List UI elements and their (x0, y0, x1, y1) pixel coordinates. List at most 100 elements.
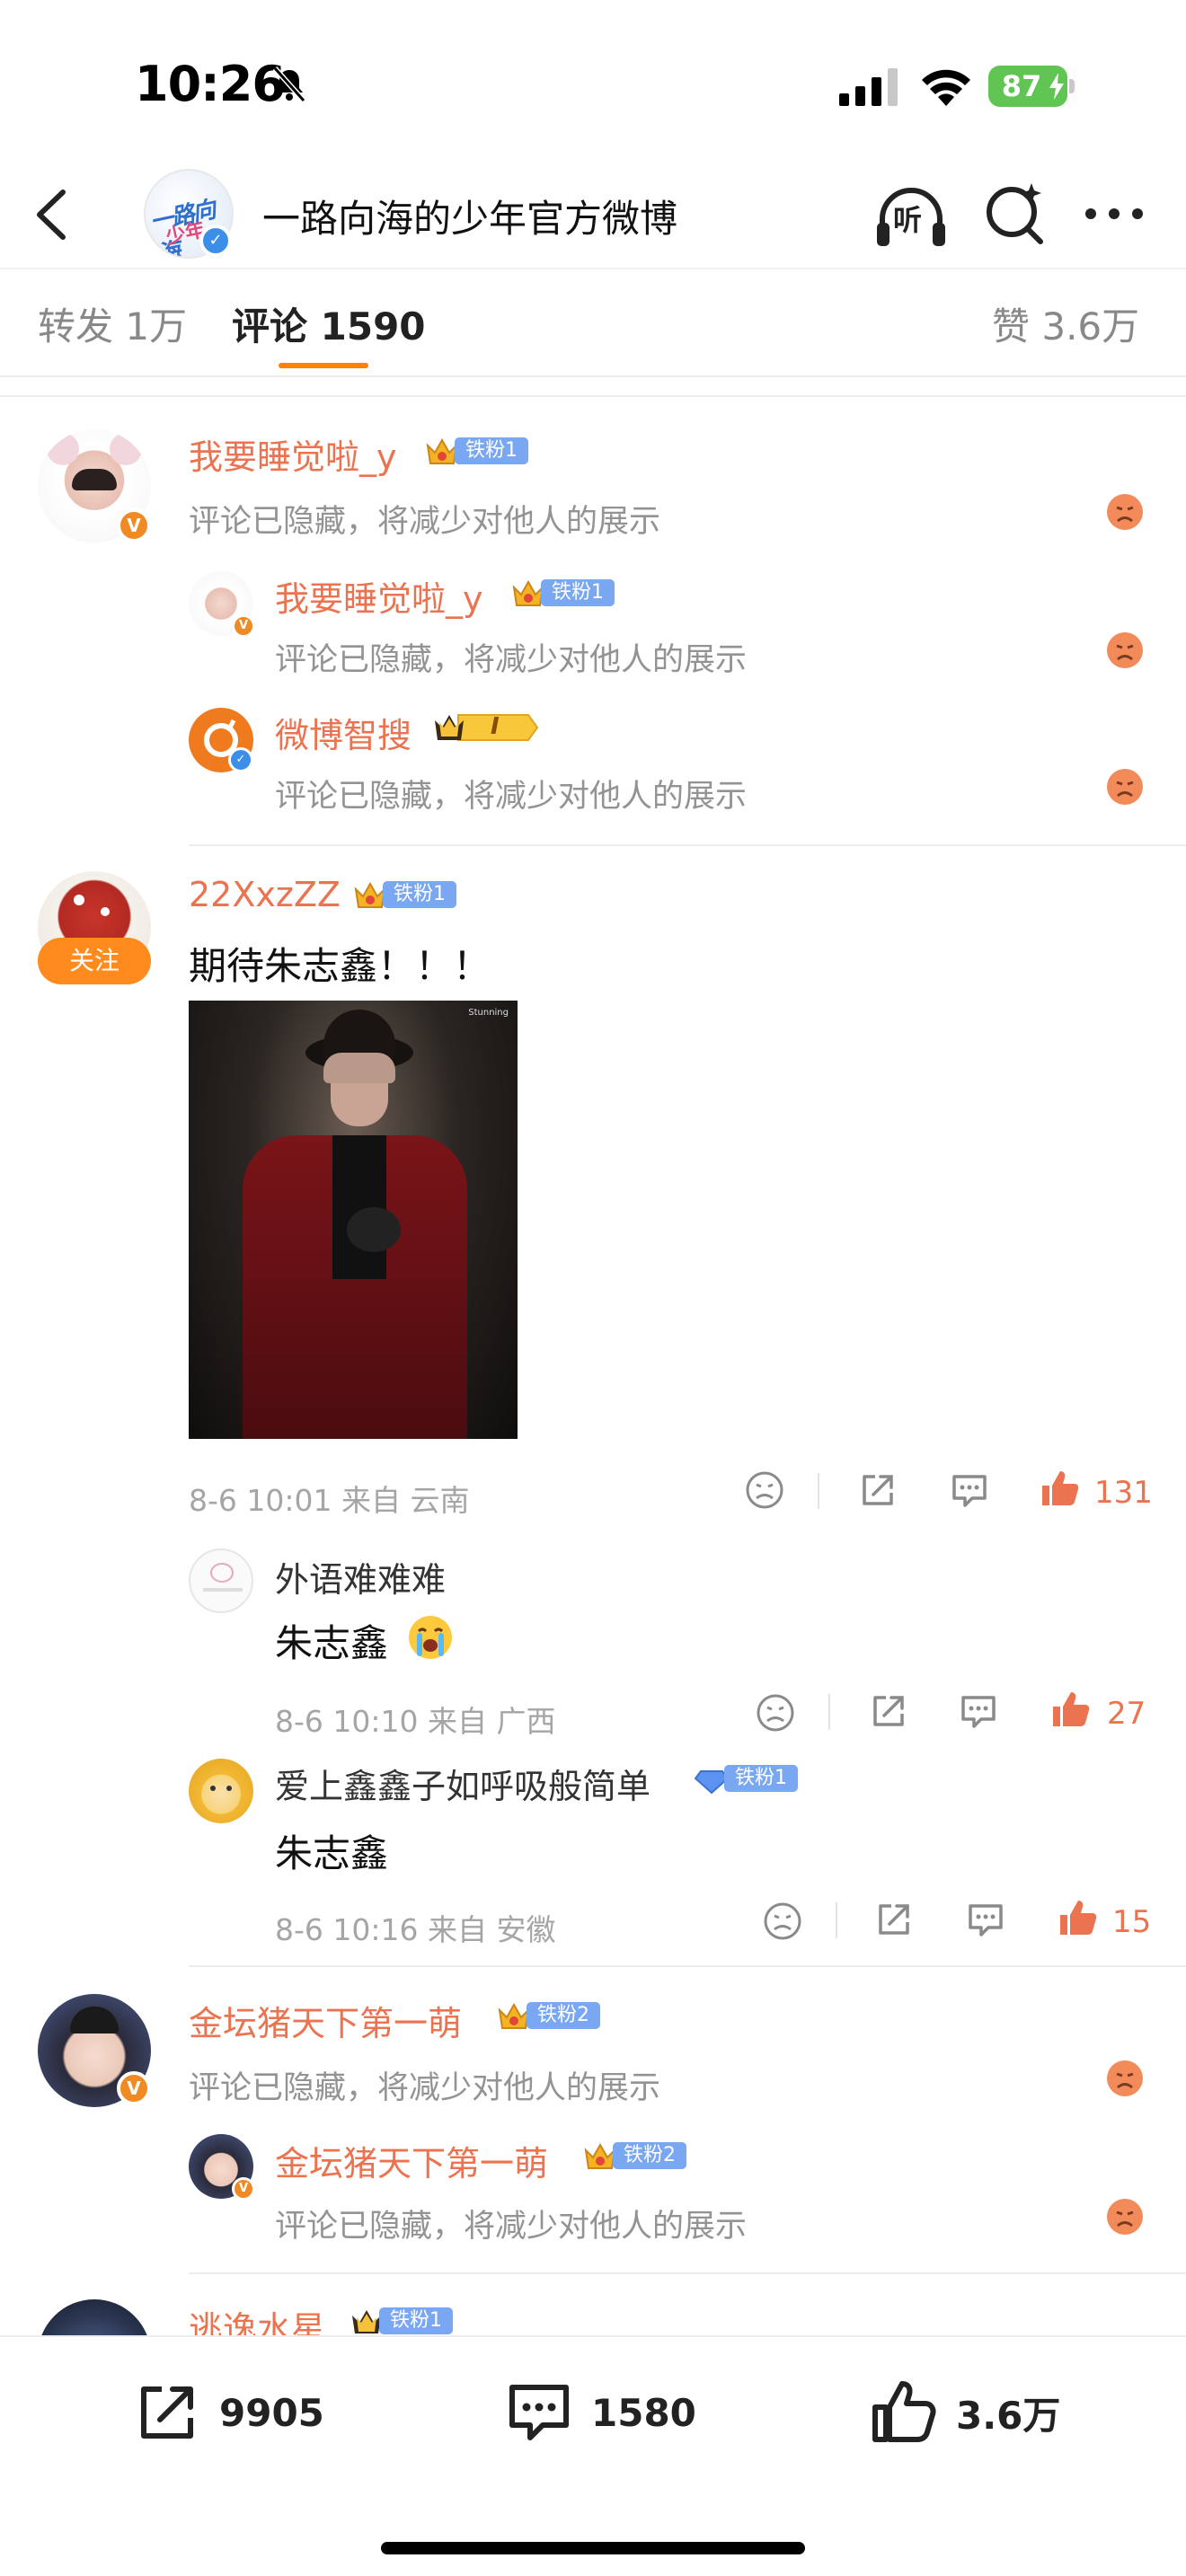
fan-badge: 铁粉1 (352, 878, 456, 911)
fan-badge: 铁粉1 (424, 435, 528, 467)
fan-badge-label: 铁粉1 (379, 2307, 453, 2334)
follow-button[interactable]: 关注 (38, 938, 151, 984)
listen-label: 听 (893, 203, 923, 237)
reply-username[interactable]: 微博智搜 (275, 708, 412, 757)
reply-icon[interactable] (958, 1690, 999, 1732)
dislike-icon[interactable] (1107, 494, 1143, 530)
divider (189, 844, 1186, 846)
reply-avatar[interactable] (189, 1548, 253, 1613)
verified-orange-icon: V (232, 614, 255, 638)
comment-username[interactable]: 我要睡觉啦_y (189, 429, 397, 479)
battery-percent: 87 (1001, 69, 1042, 103)
comment-image[interactable]: Stunning (189, 1001, 518, 1439)
like-icon[interactable] (1049, 1689, 1091, 1730)
comment-hidden-text: 评论已隐藏，将减少对他人的展示 (189, 2070, 661, 2106)
like-count: 27 (1107, 1696, 1146, 1732)
listen-button[interactable]: 听 (873, 180, 949, 251)
verified-blue-icon: ✓ (228, 747, 253, 772)
battery-icon: 87 (988, 66, 1075, 107)
like-button[interactable]: 3.6万 (868, 2377, 1060, 2448)
status-bar: 10:26 87 (0, 0, 1186, 162)
active-tab-indicator (279, 363, 368, 368)
reply-username[interactable]: 外语难难难 (275, 1552, 446, 1601)
wifi-icon (922, 69, 970, 106)
share-icon[interactable] (873, 1899, 915, 1940)
like-icon[interactable] (1057, 1897, 1098, 1938)
comment-tabs: 转发 1万 评论 1590 赞 3.6万 (0, 271, 1186, 377)
divider (818, 1473, 819, 1509)
member-level-label: I (491, 713, 500, 740)
fan-badge-label: 铁粉2 (613, 2142, 686, 2169)
bell-muted-icon (272, 66, 306, 102)
dislike-icon[interactable] (762, 1901, 803, 1942)
fan-badge-label: 铁粉1 (541, 579, 615, 606)
reply-icon[interactable] (965, 1899, 1006, 1940)
comment-username[interactable]: 金坛猪天下第一萌 (189, 1996, 462, 2045)
fan-badge: 铁粉1 (510, 577, 615, 609)
divider (828, 1694, 830, 1730)
more-icon[interactable] (1082, 201, 1146, 226)
dislike-icon[interactable] (744, 1469, 785, 1511)
fan-badge-label: 铁粉2 (527, 2002, 600, 2029)
share-icon[interactable] (857, 1469, 898, 1511)
vip-crown-icon (435, 714, 539, 741)
reply-username[interactable]: 爱上鑫鑫子如呼吸般简单 (275, 1759, 651, 1808)
member-level-badge: I (431, 710, 539, 745)
thumbs-up-icon (872, 2381, 936, 2442)
reply-text: 朱志鑫 (275, 1621, 389, 1665)
fan-badge-label: 铁粉1 (383, 881, 456, 908)
reply-icon[interactable] (949, 1469, 990, 1511)
back-arrow-icon[interactable] (27, 185, 81, 244)
fan-badge: 铁粉2 (496, 1999, 600, 2032)
divider (189, 1965, 1186, 1967)
reply-hidden-text: 评论已隐藏，将减少对他人的展示 (275, 779, 748, 815)
verified-orange-icon: V (232, 2177, 255, 2201)
repost-button[interactable]: 9905 (131, 2377, 324, 2448)
account-title[interactable]: 一路向海的少年官方微博 (262, 189, 677, 243)
comment-button[interactable]: 1580 (503, 2377, 696, 2448)
divider (189, 2272, 1186, 2274)
reply-avatar[interactable] (189, 1759, 253, 1823)
divider (836, 1902, 837, 1938)
home-indicator[interactable] (381, 2542, 805, 2554)
like-icon[interactable] (1039, 1468, 1080, 1509)
tab-reposts[interactable]: 转发 1万 (38, 296, 187, 351)
divider (0, 395, 1186, 397)
verified-orange-icon: V (117, 508, 151, 543)
verified-blue-icon: ✓ (199, 225, 232, 257)
bottom-action-bar: 9905 1580 3.6万 (0, 2335, 1186, 2576)
dislike-icon[interactable] (1107, 769, 1143, 805)
fan-badge-label: 铁粉1 (724, 1765, 798, 1792)
cellular-signal-icon (839, 68, 898, 106)
fan-badge: 铁粉2 (582, 2139, 686, 2172)
comment-hidden-text: 评论已隐藏，将减少对他人的展示 (189, 504, 661, 540)
comment-username[interactable]: 22XxzZZ (189, 875, 341, 914)
tab-likes[interactable]: 赞 3.6万 (992, 296, 1139, 351)
like-count: 131 (1094, 1475, 1153, 1511)
dislike-icon[interactable] (755, 1692, 796, 1734)
like-count: 15 (1112, 1904, 1152, 1940)
fan-badge: 铁粉1 (694, 1762, 798, 1795)
repost-icon (141, 2386, 193, 2439)
reply-username[interactable]: 我要睡觉啦_y (275, 571, 483, 621)
comment-meta: 8-6 10:01 来自 云南 (189, 1483, 470, 1518)
reply-meta: 8-6 10:16 来自 安徽 (275, 1912, 556, 1947)
like-count: 3.6万 (956, 2393, 1061, 2438)
dislike-icon[interactable] (1107, 632, 1143, 668)
reply-username[interactable]: 金坛猪天下第一萌 (275, 2136, 548, 2185)
comment-text: 期待朱志鑫！！！ (189, 944, 491, 988)
status-time: 10:26 (135, 56, 286, 112)
dislike-icon[interactable] (1107, 2060, 1143, 2096)
reply-text: 朱志鑫 (275, 1831, 389, 1875)
share-icon[interactable] (868, 1690, 909, 1732)
search-sparkle-icon[interactable] (981, 180, 1049, 248)
fan-badge-label: 铁粉1 (455, 437, 528, 464)
repost-count: 9905 (219, 2390, 324, 2435)
crying-emoji-icon (409, 1616, 452, 1659)
reply-hidden-text: 评论已隐藏，将减少对他人的展示 (275, 642, 748, 678)
tab-comments[interactable]: 评论 1590 (232, 296, 426, 351)
fan-badge: 铁粉1 (349, 2305, 453, 2337)
dislike-icon[interactable] (1107, 2199, 1143, 2235)
reply-meta: 8-6 10:10 来自 广西 (275, 1704, 556, 1739)
verified-orange-icon: V (117, 2071, 151, 2105)
